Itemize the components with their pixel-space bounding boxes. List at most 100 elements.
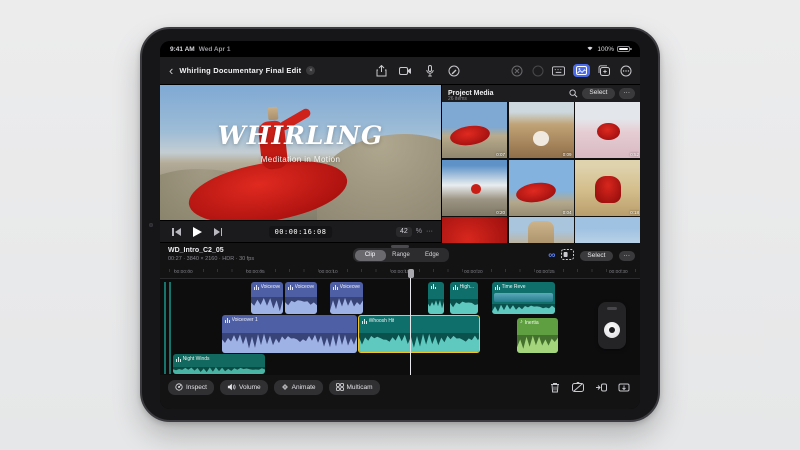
disable-clip-icon[interactable] [572,381,584,393]
timeline-clip-selected[interactable]: Whoosh Hit [358,315,480,353]
clip-label: Voiceover 5 [339,284,360,290]
search-icon[interactable] [569,85,578,103]
volume-button[interactable]: Volume [219,379,268,395]
share-icon[interactable] [375,64,388,77]
timeline-panel: WD_Intro_C2_05 00:27 · 3840 × 2160 · HDR… [160,243,640,409]
media-thumbnail[interactable]: 0:52 [575,102,640,158]
trash-icon[interactable] [549,381,561,393]
clip-filmstrip [494,293,553,302]
transport-bar: 00:00:16:08 42 % ··· [160,220,441,242]
playhead-handle[interactable] [407,269,414,278]
clip-label: Time Reve [501,284,526,290]
desktop-background: 9:41 AM Wed Apr 1 100% ‹ Whirling Documen… [0,0,800,450]
clip-label: Night Winds [182,356,210,362]
timeline-clip[interactable]: Night Winds [173,354,265,374]
thumbnail-duration: 0:04 [562,209,572,215]
inspect-button[interactable]: Inspect [168,379,214,395]
audio-waveform-icon [453,284,458,290]
timeline-clip[interactable]: Voiceover 1 [222,315,357,353]
clip-label: Inertia [524,320,539,326]
edit-mode-clip[interactable]: Clip [354,249,386,261]
wifi-icon [586,45,594,53]
clip-waveform [285,297,317,314]
multicam-button[interactable]: Multicam [328,379,380,395]
edit-mode-edge[interactable]: Edge [417,250,448,261]
timeline-clip[interactable]: Voiceover 3 [285,282,317,314]
back-chevron-icon[interactable]: ‹ [169,64,173,77]
media-browser-icon[interactable] [573,64,590,77]
media-thumbnail[interactable]: 0:07 [442,102,507,158]
clip-waveform [222,333,357,353]
button-label: Animate [291,383,316,391]
clip-label: High... [459,284,475,290]
jog-slot [607,307,617,310]
viewer-subtitle-overlay: Meditation in Motion [260,155,341,164]
connect-clip-icon[interactable] [595,381,607,393]
timeline-clip[interactable]: Voiceover 5 [330,282,363,314]
jog-wheel-control[interactable] [598,302,626,349]
thumbnail-duration: 0:09 [562,152,572,157]
inspect-icon [175,383,183,391]
circle-icon[interactable] [531,64,544,77]
thumbnail-subject [515,180,558,205]
timeline-more-button[interactable]: ··· [618,250,635,262]
timeline-select-button[interactable]: Select [580,250,613,262]
timeline-clip[interactable]: ♪ Inertia [517,318,558,353]
skip-back-icon[interactable] [160,227,181,236]
clip-waveform [450,299,478,314]
thumbnail-duration: 0:52 [630,152,639,157]
timeline-clip[interactable]: Voiceover 2 [251,282,283,314]
viewer-zoom-value[interactable]: 42 [395,226,412,237]
media-select-button[interactable]: Select [582,88,615,99]
clip-edge-sliver [169,282,171,374]
volume-icon [227,383,236,391]
video-viewer[interactable]: WHIRLING Meditation in Motion [160,85,441,220]
play-icon[interactable] [192,226,202,237]
audio-waveform-icon [431,284,436,289]
add-media-icon[interactable] [598,64,611,77]
ruler-timecode: 00:00:10 [319,270,338,275]
timeline-ruler[interactable]: 00:00:00 00:00:05 00:00:10 00:00:15 00:00:20… [160,269,640,279]
media-thumbnail[interactable]: 0:04 [508,159,574,216]
timeline-clip[interactable]: High... [450,282,478,314]
more-options-icon[interactable] [619,64,632,77]
keyboard-icon[interactable] [552,64,565,77]
clip-waveform [251,297,283,314]
skip-forward-icon[interactable] [202,227,222,236]
overwrite-mode-icon[interactable] [561,247,575,265]
clip-waveform [492,304,555,314]
clip-edge-sliver [164,282,166,374]
camera-icon[interactable] [399,64,412,77]
audio-waveform-icon [225,317,230,323]
media-thumbnail[interactable]: 0:20 [442,159,507,216]
project-title[interactable]: Whirling Documentary Final Edit [179,66,301,75]
pencil-record-icon[interactable] [447,64,460,77]
magnetic-timeline-icon[interactable]: ∞ [548,251,555,261]
media-thumbnail[interactable]: 0:09 [508,102,574,158]
playhead[interactable] [410,269,411,375]
button-label: Multicam [346,383,373,391]
microphone-icon[interactable] [423,64,436,77]
media-more-button[interactable]: ··· [618,88,635,99]
circle-x-icon[interactable] [510,64,523,77]
animate-button[interactable]: Animate [273,379,323,395]
timecode-display[interactable]: 00:00:16:08 [268,225,333,238]
audio-waveform-icon [495,284,500,290]
clip-waveform [428,299,444,314]
media-browser-header: Project Media 26 items Select ··· [442,85,640,102]
overwrite-clip-icon[interactable] [618,381,630,393]
timeline-clips-layer: Voiceover 2 Voiceover 3 Voiceover 5 High...… [160,279,640,375]
viewer-more-icon[interactable]: ··· [426,228,433,235]
status-date: Wed Apr 1 [198,45,231,53]
front-camera [149,222,153,227]
timeline-clip[interactable] [428,282,444,314]
viewer-zoom-unit: % [415,228,422,235]
timeline-clip[interactable]: Time Reve [492,282,555,314]
jog-knob[interactable] [604,322,620,338]
ruler-timecode: 00:00:05 [246,270,265,275]
close-project-icon[interactable]: × [306,66,316,75]
battery-percent: 100% [597,45,614,53]
media-thumbnail[interactable]: 0:18 [575,159,640,216]
edit-mode-range[interactable]: Range [386,250,417,261]
app-toolbar: ‹ Whirling Documentary Final Edit × [160,57,640,85]
